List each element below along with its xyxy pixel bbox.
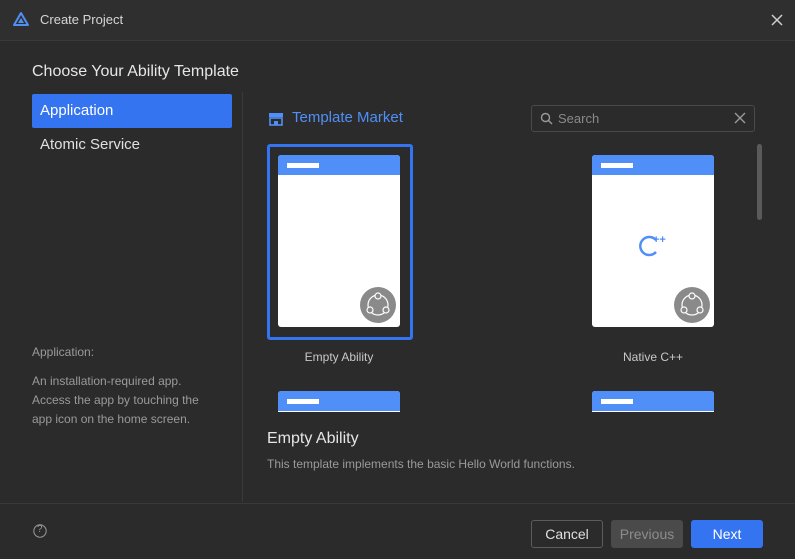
preview-header: [278, 391, 400, 411]
page-title: Choose Your Ability Template: [32, 63, 239, 80]
openharmony-badge-icon: [360, 287, 396, 323]
template-grid: Empty Ability ++ Native C++: [262, 140, 754, 412]
template-card-native-cpp[interactable]: ++ Native C++: [581, 144, 729, 374]
template-preview: [278, 391, 400, 412]
title-bar: Create Project: [0, 0, 795, 41]
window-title: Create Project: [40, 12, 124, 27]
template-name: Native C++: [622, 350, 684, 364]
template-card-empty-ability[interactable]: Empty Ability: [267, 144, 415, 374]
preview-header-bar: [287, 399, 319, 404]
selected-template-description: This template implements the basic Hello…: [267, 457, 575, 471]
storefront-icon: [269, 113, 283, 126]
next-button[interactable]: Next: [691, 520, 763, 548]
app-logo-icon: [13, 12, 29, 26]
cpp-plus-text: ++: [653, 234, 666, 246]
close-icon[interactable]: [767, 10, 787, 30]
panel-divider: [242, 92, 243, 502]
template-preview: ++: [592, 155, 714, 327]
template-scrollbar[interactable]: [757, 144, 762, 220]
preview-header-bar: [601, 163, 633, 168]
sidebar-item-application[interactable]: Application: [32, 94, 232, 128]
preview-header: [592, 391, 714, 411]
sidebar-item-label: Application: [40, 102, 114, 119]
help-icon[interactable]: ?: [33, 524, 47, 538]
clear-search-icon[interactable]: [734, 112, 746, 124]
preview-header: [592, 155, 714, 175]
template-preview: [592, 391, 714, 412]
template-card[interactable]: [581, 380, 729, 412]
template-preview: [278, 155, 400, 327]
footer-divider: [0, 503, 795, 504]
category-description-title: Application:: [32, 345, 95, 359]
template-card[interactable]: [267, 380, 415, 412]
template-market-label: Template Market: [292, 109, 403, 126]
search-input[interactable]: [558, 109, 728, 128]
selected-template-title: Empty Ability: [267, 430, 359, 447]
template-name: Empty Ability: [304, 350, 374, 364]
openharmony-badge-icon: [674, 287, 710, 323]
sidebar-item-label: Atomic Service: [40, 136, 141, 153]
search-box: [531, 105, 755, 132]
cancel-button[interactable]: Cancel: [531, 520, 603, 548]
category-list: Application Atomic Service: [32, 94, 232, 162]
sidebar-item-atomic-service[interactable]: Atomic Service: [32, 128, 232, 162]
preview-header-bar: [287, 163, 319, 168]
previous-button[interactable]: Previous: [611, 520, 683, 548]
preview-header: [278, 155, 400, 175]
help-symbol: ?: [37, 524, 43, 535]
category-description-body: An installation-required app. Access the…: [32, 374, 199, 426]
cpp-icon: ++: [636, 232, 672, 260]
search-icon: [540, 112, 553, 125]
preview-header-bar: [601, 399, 633, 404]
